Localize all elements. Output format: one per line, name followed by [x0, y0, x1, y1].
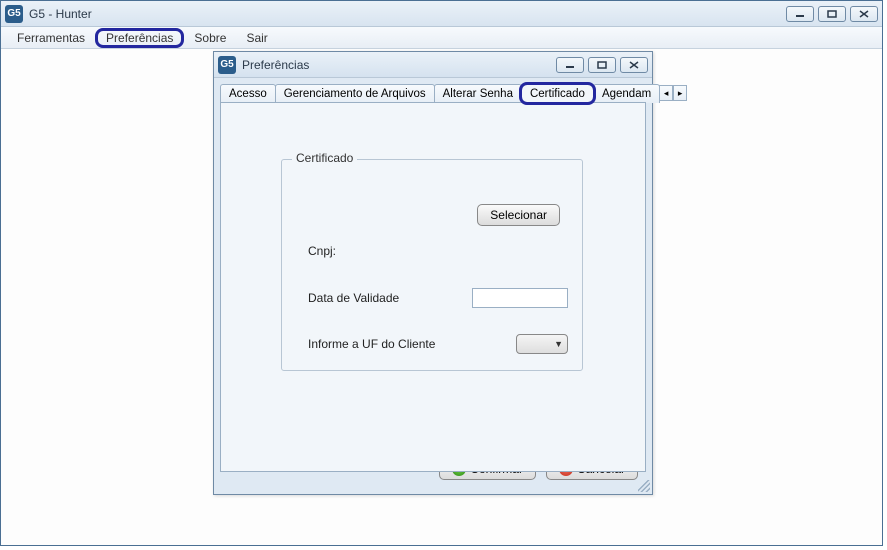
tab-gerenciamento-arquivos[interactable]: Gerenciamento de Arquivos: [275, 84, 435, 103]
dialog-icon: G5: [218, 56, 236, 74]
menu-preferencias[interactable]: Preferências: [95, 28, 184, 48]
tab-acesso[interactable]: Acesso: [220, 84, 276, 103]
tab-certificado[interactable]: Certificado: [521, 84, 594, 103]
dialog-title: Preferências: [242, 58, 309, 72]
client-area: G5 Preferências Acesso Gerenciamento de …: [1, 49, 882, 545]
menu-sair[interactable]: Sair: [236, 29, 277, 47]
chevron-left-icon: ◂: [664, 88, 669, 99]
close-button[interactable]: [850, 6, 878, 22]
close-icon: [629, 61, 639, 69]
minimize-icon: [795, 10, 805, 18]
dialog-close-button[interactable]: [620, 57, 648, 73]
tab-scroll-right-button[interactable]: ▸: [673, 85, 687, 101]
certificado-group-label: Certificado: [292, 151, 357, 165]
tab-panel-certificado: Certificado Selecionar Cnpj: Data de Val…: [220, 102, 646, 472]
tab-scroll: ◂ ▸: [659, 85, 687, 103]
preferences-dialog: G5 Preferências Acesso Gerenciamento de …: [213, 51, 653, 495]
menu-ferramentas[interactable]: Ferramentas: [7, 29, 95, 47]
maximize-button[interactable]: [818, 6, 846, 22]
tab-alterar-senha[interactable]: Alterar Senha: [434, 84, 522, 103]
maximize-icon: [597, 61, 607, 69]
chevron-down-icon: ▼: [554, 339, 563, 349]
uf-label: Informe a UF do Cliente: [308, 337, 435, 351]
chevron-right-icon: ▸: [678, 88, 683, 99]
main-window: G5 G5 - Hunter Ferramentas Preferências …: [0, 0, 883, 546]
tab-scroll-left-button[interactable]: ◂: [659, 85, 673, 101]
dialog-maximize-button[interactable]: [588, 57, 616, 73]
dialog-minimize-button[interactable]: [556, 57, 584, 73]
data-validade-input[interactable]: [472, 288, 568, 308]
app-icon: G5: [5, 5, 23, 23]
maximize-icon: [827, 10, 837, 18]
app-title: G5 - Hunter: [29, 7, 92, 21]
resize-grip[interactable]: [638, 480, 650, 492]
menubar: Ferramentas Preferências Sobre Sair: [1, 27, 882, 49]
dialog-titlebar: G5 Preferências: [214, 52, 652, 78]
selecionar-button[interactable]: Selecionar: [477, 204, 560, 226]
minimize-icon: [565, 61, 575, 69]
selecionar-label: Selecionar: [490, 208, 547, 222]
close-icon: [859, 10, 869, 18]
uf-select[interactable]: ▼: [516, 334, 568, 354]
tabbar: Acesso Gerenciamento de Arquivos Alterar…: [214, 78, 652, 103]
data-validade-label: Data de Validade: [308, 291, 399, 305]
menu-sobre[interactable]: Sobre: [184, 29, 236, 47]
certificado-groupbox: Certificado Selecionar Cnpj: Data de Val…: [281, 159, 583, 371]
cnpj-label: Cnpj:: [308, 244, 336, 258]
minimize-button[interactable]: [786, 6, 814, 22]
tab-agendamento[interactable]: Agendam: [593, 84, 660, 103]
main-titlebar: G5 G5 - Hunter: [1, 1, 882, 27]
